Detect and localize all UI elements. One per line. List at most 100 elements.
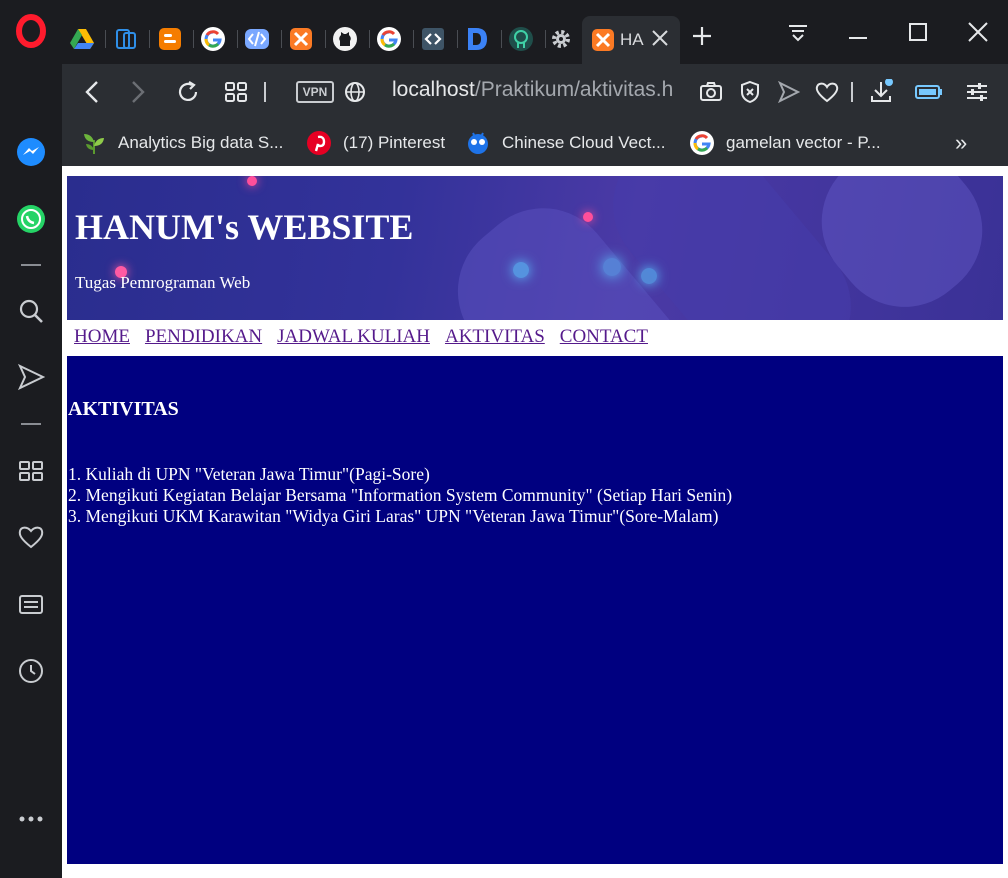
toolbar-divider bbox=[851, 82, 853, 102]
bookmark-item[interactable]: gamelan vector - P... bbox=[689, 128, 881, 158]
easy-setup-button[interactable] bbox=[961, 76, 993, 108]
list-item: 1. Kuliah di UPN "Veteran Jawa Timur"(Pa… bbox=[68, 464, 430, 484]
opera-logo-icon[interactable] bbox=[14, 14, 48, 48]
send-icon bbox=[778, 81, 800, 103]
close-tab-icon[interactable] bbox=[648, 26, 672, 50]
tab-divider bbox=[281, 30, 282, 48]
downloads-button[interactable] bbox=[865, 76, 897, 108]
vpn-badge[interactable]: VPN bbox=[296, 81, 334, 103]
maximize-button[interactable] bbox=[898, 14, 938, 50]
site-title: HANUM's WEBSITE bbox=[75, 207, 414, 247]
tab-codeigniter[interactable] bbox=[415, 20, 451, 58]
tab-menu-button[interactable] bbox=[778, 14, 818, 50]
tab-mobile-app[interactable] bbox=[108, 20, 144, 58]
address-field[interactable]: localhost/Praktikum/aktivitas.h bbox=[392, 78, 682, 102]
tabs-overview-button[interactable] bbox=[220, 76, 252, 108]
close-icon bbox=[968, 22, 988, 42]
send-icon[interactable] bbox=[14, 360, 48, 394]
close-window-button[interactable] bbox=[958, 14, 998, 50]
tab-github[interactable] bbox=[327, 20, 363, 58]
blogger-icon bbox=[159, 28, 181, 50]
more-options-icon[interactable] bbox=[14, 802, 48, 836]
messenger-icon[interactable] bbox=[14, 135, 48, 169]
toolbar-divider bbox=[264, 82, 266, 102]
tab-divider bbox=[325, 30, 326, 48]
heart-icon[interactable] bbox=[14, 520, 48, 554]
tab-active[interactable]: HA bbox=[582, 16, 680, 64]
battery-icon bbox=[915, 85, 942, 99]
ad-blocker-button[interactable] bbox=[734, 76, 766, 108]
tab-divider bbox=[413, 30, 414, 48]
nav-link-pendidikan[interactable]: PENDIDIKAN bbox=[145, 326, 262, 350]
settings-sliders-icon bbox=[967, 83, 987, 101]
new-tab-button[interactable] bbox=[686, 20, 718, 52]
bookmark-label: Analytics Big data S... bbox=[118, 133, 284, 152]
tab-xampp[interactable] bbox=[283, 20, 319, 58]
tab-divider bbox=[237, 30, 238, 48]
reload-button[interactable] bbox=[172, 76, 204, 108]
bookmark-item[interactable]: (17) Pinterest bbox=[306, 128, 445, 158]
tab-code-stream[interactable] bbox=[239, 20, 275, 58]
active-tab-label: HA bbox=[620, 30, 644, 49]
tab-google-drive[interactable] bbox=[64, 20, 100, 58]
bookmark-button[interactable] bbox=[811, 76, 843, 108]
tab-google[interactable] bbox=[195, 20, 231, 58]
google-icon bbox=[377, 27, 401, 51]
maximize-icon bbox=[909, 23, 927, 41]
url-host: localhost bbox=[392, 78, 475, 101]
speed-dial-icon[interactable] bbox=[14, 454, 48, 488]
nav-link-jadwal-kuliah[interactable]: JADWAL KULIAH bbox=[277, 326, 430, 350]
header-sparkle bbox=[513, 262, 529, 278]
heart-icon bbox=[815, 82, 839, 103]
tab-google-2[interactable] bbox=[371, 20, 407, 58]
xampp-icon bbox=[290, 28, 312, 50]
sidebar-divider bbox=[21, 264, 41, 266]
section-title: AKTIVITAS bbox=[68, 398, 179, 420]
tab-settings[interactable] bbox=[543, 20, 579, 58]
brain-app-icon bbox=[509, 27, 533, 51]
tab-divider bbox=[501, 30, 502, 48]
header-sparkle bbox=[603, 258, 621, 276]
web-page: HANUM's WEBSITE Tugas Pemrograman Web HO… bbox=[62, 166, 1008, 878]
shield-icon bbox=[741, 80, 759, 104]
list-item: 2. Mengikuti Kegiatan Belajar Bersama "I… bbox=[68, 485, 733, 505]
download-icon bbox=[871, 79, 893, 102]
send-to-flow-button[interactable] bbox=[773, 76, 805, 108]
tab-divider bbox=[193, 30, 194, 48]
xampp-icon bbox=[592, 29, 614, 51]
back-button[interactable] bbox=[76, 76, 108, 108]
list-item: 3. Mengikuti UKM Karawitan "Widya Giri L… bbox=[68, 506, 719, 526]
browser-sidebar bbox=[0, 0, 62, 878]
nav-link-contact[interactable]: CONTACT bbox=[560, 326, 648, 350]
minimize-button[interactable] bbox=[838, 14, 878, 50]
news-icon[interactable] bbox=[14, 588, 48, 622]
bookmarks-bar: Analytics Big data S... (17) Pinterest C… bbox=[62, 120, 1008, 166]
forward-button[interactable] bbox=[122, 76, 154, 108]
bookmark-label: Chinese Cloud Vect... bbox=[502, 133, 666, 152]
bookmark-item[interactable]: Analytics Big data S... bbox=[81, 128, 283, 158]
tab-d-app[interactable] bbox=[459, 20, 495, 58]
search-icon[interactable] bbox=[14, 294, 48, 328]
google-drive-icon bbox=[70, 29, 94, 49]
header-sparkle bbox=[247, 176, 257, 186]
nav-link-home[interactable]: HOME bbox=[74, 326, 130, 350]
bookmarks-more-button[interactable]: » bbox=[955, 128, 967, 158]
github-icon bbox=[333, 27, 357, 51]
history-clock-icon[interactable] bbox=[14, 654, 48, 688]
site-info-button[interactable] bbox=[339, 76, 371, 108]
battery-saver-button[interactable] bbox=[913, 76, 945, 108]
tab-blogger[interactable] bbox=[152, 20, 188, 58]
snapshot-button[interactable] bbox=[695, 76, 727, 108]
url-path: /Praktikum/aktivitas.h bbox=[474, 78, 674, 101]
tab-divider bbox=[149, 30, 150, 48]
tab-divider bbox=[457, 30, 458, 48]
bookmark-item[interactable]: Chinese Cloud Vect... bbox=[465, 128, 665, 158]
plant-icon bbox=[84, 134, 104, 154]
nav-link-aktivitas[interactable]: AKTIVITAS bbox=[445, 326, 545, 350]
codeigniter-icon bbox=[422, 28, 444, 50]
site-subtitle: Tugas Pemrograman Web bbox=[75, 273, 251, 292]
whatsapp-icon[interactable] bbox=[14, 202, 48, 236]
freepik-icon bbox=[468, 132, 488, 154]
tab-divider bbox=[369, 30, 370, 48]
tab-brain-app[interactable] bbox=[503, 20, 539, 58]
